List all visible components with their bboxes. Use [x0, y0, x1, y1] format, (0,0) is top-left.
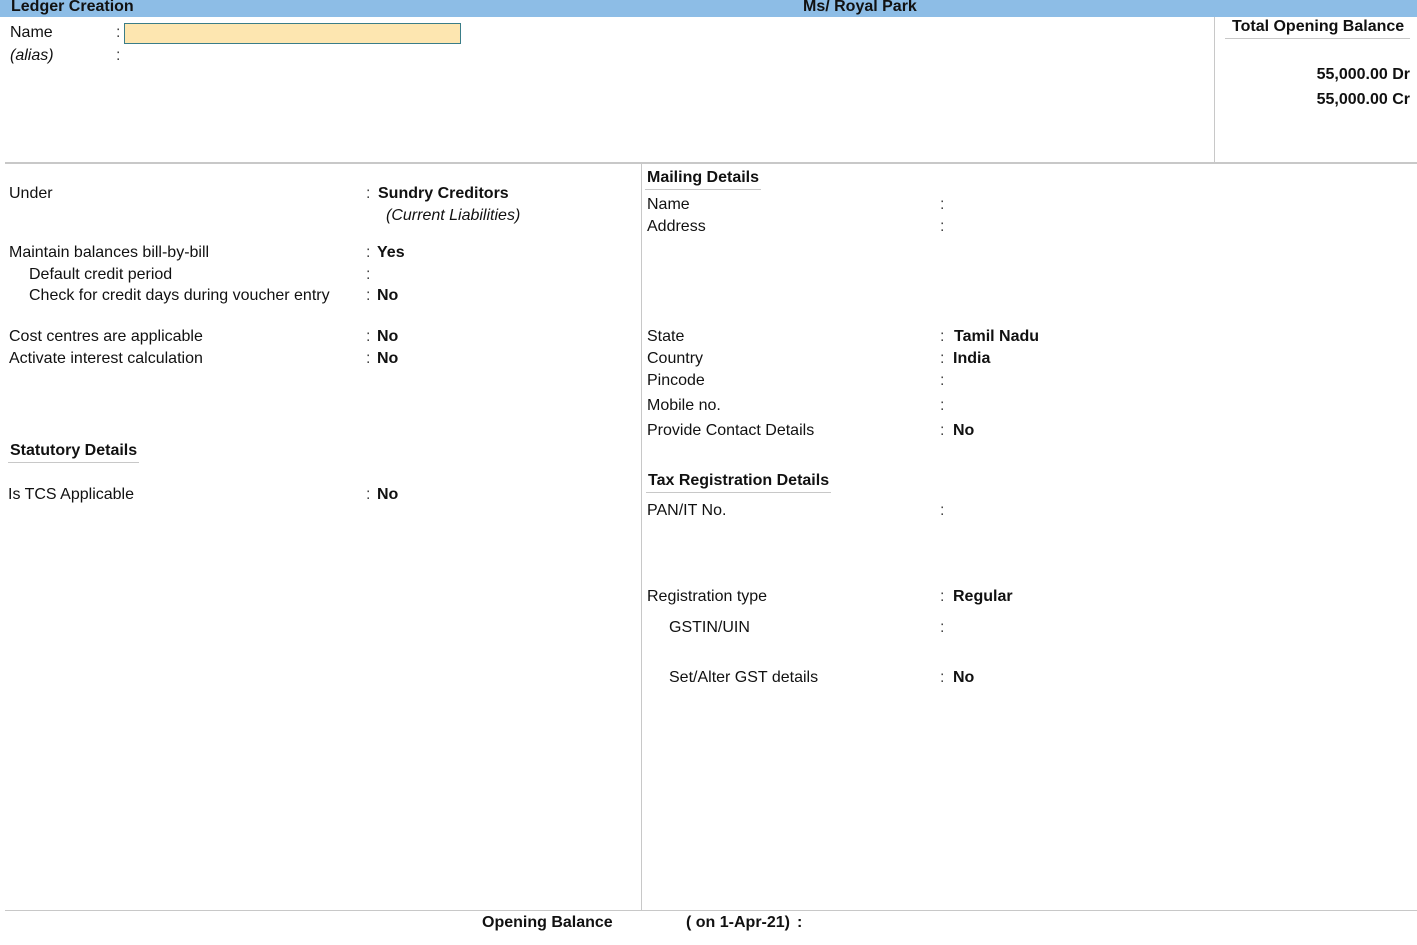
opening-balance-date: ( on 1-Apr-21) [686, 914, 790, 931]
ledger-name-input[interactable] [124, 23, 461, 44]
footer-divider [5, 910, 1417, 911]
gstin-colon: : [940, 619, 945, 636]
bill-by-bill-label: Maintain balances bill-by-bill [9, 244, 210, 261]
balance-panel-divider [1214, 17, 1215, 163]
check-credit-days-label: Check for credit days during voucher ent… [29, 287, 330, 304]
under-value[interactable]: Sundry Creditors [378, 185, 509, 203]
contact-details-label: Provide Contact Details [647, 422, 815, 439]
balance-title-underline [1225, 38, 1410, 39]
title-bar: Ledger Creation Ms/ Royal Park [0, 0, 1417, 17]
mobile-label: Mobile no. [647, 397, 721, 414]
cost-centres-label: Cost centres are applicable [9, 328, 203, 345]
column-divider [641, 163, 642, 910]
registration-type-label: Registration type [647, 588, 768, 605]
pincode-label: Pincode [647, 372, 705, 389]
default-credit-period-label: Default credit period [29, 266, 173, 283]
bill-by-bill-value[interactable]: Yes [377, 244, 405, 262]
interest-calc-label: Activate interest calculation [9, 350, 203, 367]
under-colon: : [366, 185, 371, 202]
name-label: Name [10, 24, 53, 41]
country-value[interactable]: India [953, 350, 990, 368]
pan-colon: : [940, 502, 945, 519]
total-credit: 55,000.00 Cr [1316, 91, 1410, 108]
state-label: State [647, 328, 685, 345]
gst-details-colon: : [940, 669, 945, 686]
under-group-parent: (Current Liabilities) [386, 207, 521, 224]
state-value[interactable]: Tamil Nadu [954, 328, 1039, 346]
company-name: Ms/ Royal Park [803, 0, 917, 15]
address-colon: : [940, 218, 945, 235]
gstin-label: GSTIN/UIN [669, 619, 750, 636]
mailing-name-colon: : [940, 196, 945, 213]
alias-label: (alias) [10, 47, 54, 64]
name-colon: : [116, 24, 121, 41]
window-title: Ledger Creation [11, 0, 134, 15]
contact-details-colon: : [940, 422, 945, 439]
country-colon: : [940, 350, 945, 367]
check-credit-days-value[interactable]: No [377, 287, 398, 305]
tcs-label: Is TCS Applicable [8, 486, 134, 503]
mobile-colon: : [940, 397, 945, 414]
pincode-colon: : [940, 372, 945, 389]
address-label: Address [647, 218, 706, 235]
interest-calc-value[interactable]: No [377, 350, 398, 368]
tcs-colon: : [366, 486, 371, 503]
cost-centres-value[interactable]: No [377, 328, 398, 346]
mailing-name-label: Name [647, 196, 690, 213]
opening-balance-colon[interactable]: : [797, 914, 802, 932]
tax-registration-heading: Tax Registration Details [646, 472, 832, 493]
default-credit-period-colon: : [366, 266, 371, 283]
pan-label: PAN/IT No. [647, 502, 727, 519]
total-opening-balance-title: Total Opening Balance [1232, 18, 1405, 35]
alias-colon[interactable]: : [116, 47, 120, 65]
interest-calc-colon: : [366, 350, 371, 367]
registration-type-colon: : [940, 588, 945, 605]
header-divider [5, 162, 1417, 164]
bill-by-bill-colon: : [366, 244, 371, 261]
mailing-details-heading: Mailing Details [645, 169, 762, 190]
check-credit-days-colon: : [366, 287, 371, 304]
statutory-details-heading: Statutory Details [8, 442, 140, 463]
gst-details-label: Set/Alter GST details [669, 669, 819, 686]
tcs-value[interactable]: No [377, 486, 398, 504]
registration-type-value[interactable]: Regular [953, 588, 1013, 606]
total-debit: 55,000.00 Dr [1316, 66, 1410, 83]
state-colon: : [940, 328, 945, 345]
gst-details-value[interactable]: No [953, 669, 974, 687]
country-label: Country [647, 350, 704, 367]
opening-balance-label: Opening Balance [482, 914, 613, 931]
under-label: Under [9, 185, 53, 202]
cost-centres-colon: : [366, 328, 371, 345]
contact-details-value[interactable]: No [953, 422, 974, 440]
